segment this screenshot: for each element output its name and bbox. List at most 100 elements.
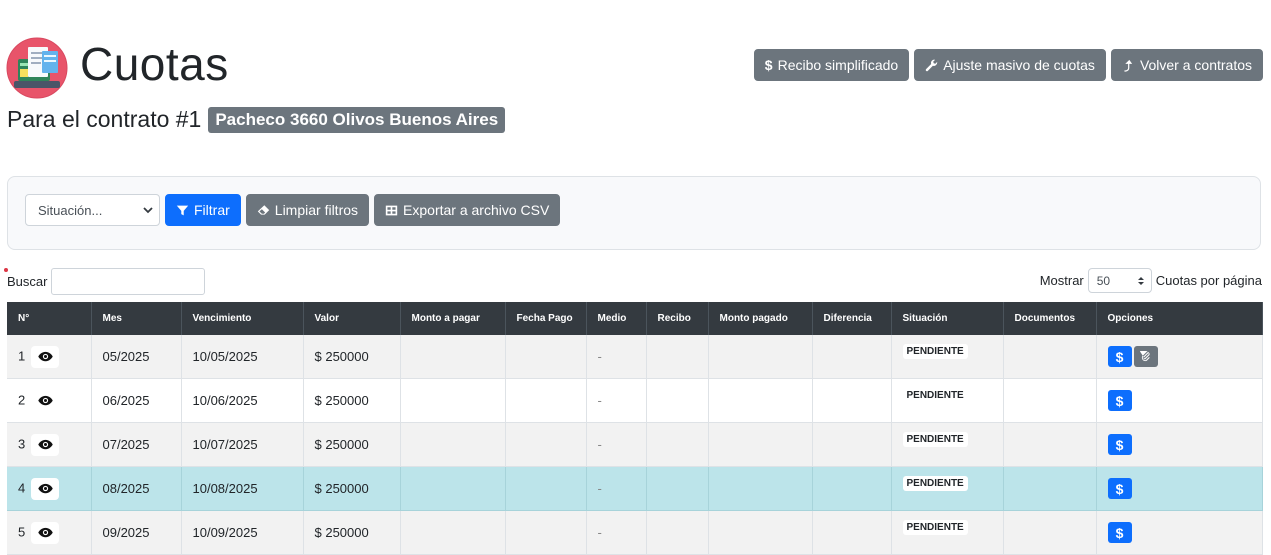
contract-subtitle: Para el contrato #1 Pacheco 3660 Olivos … [7, 106, 506, 133]
cell-situacion: PENDIENTE [891, 422, 1004, 467]
col-header[interactable]: Vencimiento [181, 302, 304, 335]
cell-n: 1 [7, 335, 92, 379]
cuotas-por-pagina-label: Cuotas por página [1155, 273, 1262, 288]
dollar-icon: $ [1115, 436, 1124, 453]
filter-icon [176, 205, 189, 215]
view-button[interactable] [31, 477, 60, 500]
attachment-button[interactable] [1133, 346, 1158, 367]
table-row[interactable]: 5 09/2025 10/09/2025 $ 250000 - PENDIENTE $ [7, 510, 1263, 555]
dollar-icon: $ [1115, 480, 1124, 497]
view-button[interactable] [31, 345, 60, 368]
contract-address-badge: Pacheco 3660 Olivos Buenos Aires [208, 106, 506, 133]
view-button[interactable] [31, 521, 60, 544]
mostrar-label: Mostrar [1039, 273, 1084, 288]
col-header[interactable]: Medio [586, 302, 647, 335]
page-size-select[interactable]: 50 [1087, 268, 1152, 293]
search-input[interactable] [51, 268, 206, 295]
cell-vencimiento: 10/09/2025 [181, 510, 304, 555]
status-badge: PENDIENTE [902, 432, 968, 447]
cell-vencimiento: 10/06/2025 [181, 378, 304, 423]
dollar-icon: $ [1115, 348, 1124, 365]
pay-button[interactable]: $ [1107, 434, 1132, 455]
ajuste-masivo-button[interactable]: Ajuste masivo de cuotas [914, 49, 1106, 81]
row-number: 4 [18, 479, 26, 495]
pay-button[interactable]: $ [1107, 478, 1132, 499]
col-header[interactable]: Fecha Pago [505, 302, 587, 335]
cell-mes: 09/2025 [91, 510, 182, 555]
cell-vencimiento: 10/07/2025 [181, 422, 304, 467]
col-header[interactable]: Valor [303, 302, 401, 335]
exportar-csv-button[interactable]: Exportar a archivo CSV [374, 194, 561, 226]
return-arrow-icon [1124, 59, 1133, 72]
cell-fecha-pago [505, 422, 587, 467]
cuotas-table: N° Mes Vencimiento Valor Monto a pagar F… [7, 302, 1263, 555]
recibo-simplificado-button[interactable]: $ Recibo simplificado [753, 49, 910, 81]
table-row[interactable]: 2 06/2025 10/06/2025 $ 250000 - PENDIENTE $ [7, 378, 1263, 423]
col-header[interactable]: Situación [891, 302, 1004, 335]
table-row[interactable]: 4 08/2025 10/08/2025 $ 250000 - PENDIENTE $ [7, 466, 1263, 511]
volver-contratos-label: Volver a contratos [1139, 57, 1252, 73]
cell-monto-pagado [708, 335, 813, 379]
col-header[interactable]: N° [7, 302, 92, 335]
cell-n: 3 [7, 422, 92, 467]
cell-monto-a-pagar [400, 335, 506, 379]
cell-opciones: $ [1096, 510, 1263, 555]
pay-button[interactable]: $ [1107, 390, 1132, 411]
cell-valor: $ 250000 [303, 378, 401, 423]
page-title: Cuotas [80, 38, 229, 90]
cell-recibo [646, 510, 709, 555]
limpiar-filtros-button[interactable]: Limpiar filtros [245, 194, 370, 226]
filter-panel: Situación... Filtrar Limpiar filtros Exp… [7, 176, 1261, 250]
row-number: 2 [18, 391, 26, 407]
cell-diferencia [812, 335, 892, 379]
cell-diferencia [812, 422, 892, 467]
cell-opciones: $ [1096, 335, 1263, 379]
pay-button[interactable]: $ [1107, 346, 1132, 367]
cell-vencimiento: 10/08/2025 [181, 466, 304, 511]
col-header[interactable]: Monto pagado [708, 302, 813, 335]
cell-monto-a-pagar [400, 466, 506, 511]
cell-opciones: $ [1096, 466, 1263, 511]
cell-diferencia [812, 510, 892, 555]
cell-monto-pagado [708, 510, 813, 555]
col-header[interactable]: Mes [91, 302, 182, 335]
cell-fecha-pago [505, 378, 587, 423]
table-icon [385, 205, 398, 215]
cell-diferencia [812, 466, 892, 511]
situacion-select[interactable]: Situación... [25, 194, 160, 226]
col-header[interactable]: Recibo [646, 302, 709, 335]
volver-contratos-button[interactable]: Volver a contratos [1110, 49, 1263, 81]
cell-fecha-pago [505, 335, 587, 379]
filtrar-button[interactable]: Filtrar [165, 194, 241, 226]
status-badge: PENDIENTE [902, 520, 968, 535]
col-header[interactable]: Documentos [1003, 302, 1097, 335]
status-badge: PENDIENTE [902, 388, 968, 403]
cell-monto-a-pagar [400, 378, 506, 423]
row-number: 3 [18, 435, 26, 451]
cell-situacion: PENDIENTE [891, 510, 1004, 555]
cell-n: 2 [7, 378, 92, 423]
cell-monto-pagado [708, 422, 813, 467]
page-size-control: Mostrar 50 Cuotas por página [1040, 268, 1262, 293]
col-header[interactable]: Monto a pagar [400, 302, 506, 335]
table-header-row: N° Mes Vencimiento Valor Monto a pagar F… [7, 302, 1263, 335]
cell-monto-a-pagar [400, 510, 506, 555]
view-button[interactable] [31, 433, 60, 456]
updown-icon [1137, 276, 1144, 285]
view-button[interactable] [31, 389, 60, 412]
cell-medio: - [586, 335, 647, 379]
pay-button[interactable]: $ [1107, 522, 1132, 543]
cell-situacion: PENDIENTE [891, 378, 1004, 423]
row-number: 1 [18, 347, 26, 363]
cell-valor: $ 250000 [303, 510, 401, 555]
cell-documentos [1003, 510, 1097, 555]
ajuste-masivo-label: Ajuste masivo de cuotas [943, 57, 1095, 73]
dollar-icon: $ [1115, 524, 1124, 541]
col-header[interactable]: Opciones [1096, 302, 1263, 335]
col-header[interactable]: Diferencia [812, 302, 892, 335]
table-row[interactable]: 1 05/2025 10/05/2025 $ 250000 - PENDIENTE $ [7, 335, 1263, 379]
row-number: 5 [18, 523, 26, 539]
cell-recibo [646, 466, 709, 511]
limpiar-filtros-label: Limpiar filtros [274, 202, 359, 218]
table-row[interactable]: 3 07/2025 10/07/2025 $ 250000 - PENDIENTE $ [7, 422, 1263, 467]
